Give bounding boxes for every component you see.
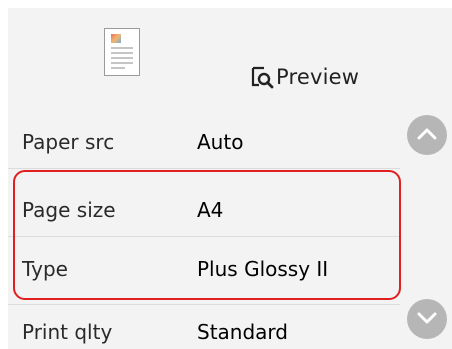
setting-row-paper-source[interactable]: Paper src Auto [8, 116, 400, 166]
preview-magnifier-icon [250, 65, 274, 89]
print-settings-screen: Preview Paper src Auto Page size A4 Type… [0, 0, 452, 349]
chevron-down-icon [416, 310, 438, 329]
row-divider [8, 236, 400, 237]
setting-row-print-quality[interactable]: Print qlty Standard [8, 306, 400, 349]
setting-value: Auto [197, 130, 244, 154]
setting-row-type[interactable]: Type Plus Glossy II [8, 243, 400, 293]
setting-value: A4 [197, 198, 224, 222]
row-divider [8, 304, 400, 305]
page-thumbnail-icon [104, 28, 140, 76]
setting-row-page-size[interactable]: Page size A4 [8, 184, 400, 234]
setting-label: Type [22, 257, 68, 281]
preview-button[interactable]: Preview [250, 62, 359, 92]
setting-label: Paper src [22, 130, 115, 154]
scroll-down-button[interactable] [407, 299, 447, 339]
preview-label: Preview [276, 65, 360, 89]
setting-value: Standard [197, 320, 288, 344]
row-divider [8, 168, 400, 169]
setting-value: Plus Glossy II [197, 257, 329, 281]
scroll-up-button[interactable] [407, 115, 447, 155]
setting-label: Print qlty [22, 320, 113, 344]
setting-label: Page size [22, 198, 116, 222]
settings-panel [8, 8, 452, 349]
chevron-up-icon [416, 126, 438, 145]
